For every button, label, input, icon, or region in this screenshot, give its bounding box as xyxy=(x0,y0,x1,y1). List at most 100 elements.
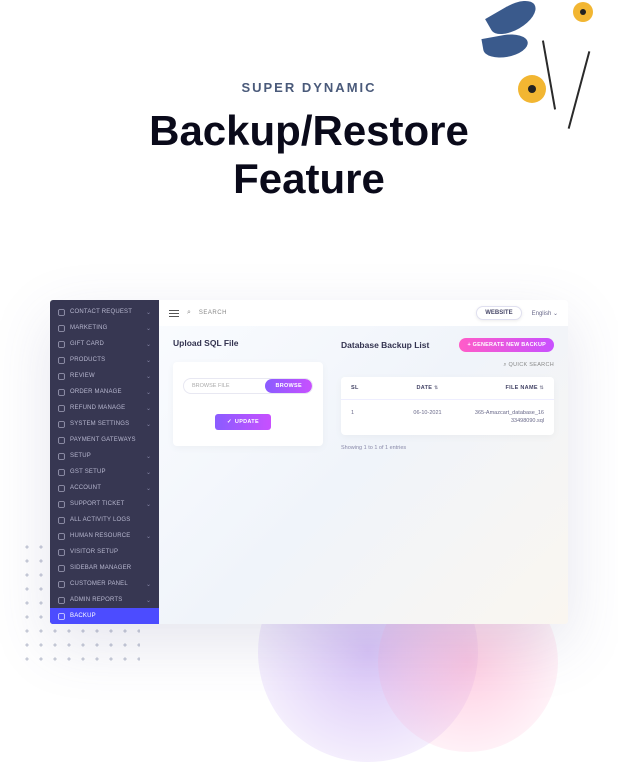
website-button[interactable]: WEBSITE xyxy=(476,306,521,320)
sidebar-item-visitor-setup[interactable]: VISITOR SETUP xyxy=(50,544,159,560)
chevron-down-icon: ⌄ xyxy=(146,533,151,540)
chevron-down-icon: ⌄ xyxy=(146,405,151,412)
sidebar-item-label: REVIEW xyxy=(70,373,146,379)
sidebar-item-contact-request[interactable]: CONTACT REQUEST⌄ xyxy=(50,304,159,320)
chevron-down-icon: ⌄ xyxy=(146,597,151,604)
refund-icon xyxy=(58,405,65,412)
sidebar-item-label: SIDEBAR MANAGER xyxy=(70,565,151,571)
person-icon xyxy=(58,485,65,492)
col-date[interactable]: DATE xyxy=(381,385,474,391)
backup-list-title: Database Backup List xyxy=(341,340,429,350)
browse-placeholder: BROWSE FILE xyxy=(184,383,265,389)
wrench-icon xyxy=(58,453,65,460)
generate-backup-button[interactable]: + GENERATE NEW BACKUP xyxy=(459,338,554,352)
col-filename[interactable]: FILE NAME xyxy=(474,385,544,391)
table-row[interactable]: 1 06-10-2021 365-Amazcart_database_16334… xyxy=(341,400,554,435)
language-selector[interactable]: English ⌄ xyxy=(532,310,558,317)
chevron-down-icon: ⌄ xyxy=(146,325,151,332)
sidebar-item-refund-manage[interactable]: REFUND MANAGE⌄ xyxy=(50,400,159,416)
sidebar-item-label: VISITOR SETUP xyxy=(70,549,151,555)
chevron-down-icon: ⌄ xyxy=(146,309,151,316)
star-icon xyxy=(58,373,65,380)
sidebar-item-sidebar-manager[interactable]: SIDEBAR MANAGER xyxy=(50,560,159,576)
hero-section: SUPER DYNAMIC Backup/Restore Feature xyxy=(0,0,618,204)
chart-icon xyxy=(58,325,65,332)
chevron-down-icon: ⌄ xyxy=(146,501,151,508)
chevron-down-icon: ⌄ xyxy=(146,485,151,492)
app-screenshot: CONTACT REQUEST⌄MARKETING⌄GIFT CARD⌄PROD… xyxy=(50,300,568,624)
search-label[interactable]: SEARCH xyxy=(199,310,227,316)
sidebar-item-order-manage[interactable]: ORDER MANAGE⌄ xyxy=(50,384,159,400)
sidebar-item-support-ticket[interactable]: SUPPORT TICKET⌄ xyxy=(50,496,159,512)
user-icon xyxy=(58,309,65,316)
sidebar-item-label: GIFT CARD xyxy=(70,341,146,347)
sidebar-item-label: CUSTOMER PANEL xyxy=(70,581,146,587)
db-icon xyxy=(58,613,65,620)
chevron-down-icon: ⌄ xyxy=(146,341,151,348)
hamburger-icon[interactable] xyxy=(169,310,179,317)
sidebar-item-account[interactable]: ACCOUNT⌄ xyxy=(50,480,159,496)
sidebar-item-label: GST SETUP xyxy=(70,469,146,475)
eye-icon xyxy=(58,549,65,556)
backup-table: SL DATE FILE NAME 1 06-10-2021 365-Amazc… xyxy=(341,377,554,435)
sidebar-item-gift-card[interactable]: GIFT CARD⌄ xyxy=(50,336,159,352)
percent-icon xyxy=(58,469,65,476)
clock-icon xyxy=(58,517,65,524)
sidebar-item-label: PRODUCTS xyxy=(70,357,146,363)
sidebar-item-label: PAYMENT GATEWAYS xyxy=(70,437,151,443)
cell-sl: 1 xyxy=(351,410,381,425)
box-icon xyxy=(58,357,65,364)
sidebar-item-payment-gateways[interactable]: PAYMENT GATEWAYS xyxy=(50,432,159,448)
upload-section-title: Upload SQL File xyxy=(173,338,323,348)
people-icon xyxy=(58,533,65,540)
sidebar-item-products[interactable]: PRODUCTS⌄ xyxy=(50,352,159,368)
sidebar-item-human-resource[interactable]: HUMAN RESOURCE⌄ xyxy=(50,528,159,544)
chevron-down-icon: ⌄ xyxy=(146,453,151,460)
browse-button[interactable]: BROWSE xyxy=(265,379,312,393)
chevron-down-icon: ⌄ xyxy=(146,389,151,396)
update-button[interactable]: ✓UPDATE xyxy=(215,414,271,430)
check-icon: ✓ xyxy=(227,419,232,425)
file-input[interactable]: BROWSE FILE BROWSE xyxy=(183,378,313,394)
col-sl[interactable]: SL xyxy=(351,385,381,391)
sidebar-item-label: SETUP xyxy=(70,453,146,459)
sidebar-item-setup[interactable]: SETUP⌄ xyxy=(50,448,159,464)
sidebar-item-system-settings[interactable]: SYSTEM SETTINGS⌄ xyxy=(50,416,159,432)
sidebar-item-label: REFUND MANAGE xyxy=(70,405,146,411)
ticket-icon xyxy=(58,501,65,508)
sidebar-item-label: HUMAN RESOURCE xyxy=(70,533,146,539)
sidebar-item-label: ADMIN REPORTS xyxy=(70,597,146,603)
sidebar-item-review[interactable]: REVIEW⌄ xyxy=(50,368,159,384)
sidebar-item-label: ALL ACTIVITY LOGS xyxy=(70,517,151,523)
sidebar-item-all-activity-logs[interactable]: ALL ACTIVITY LOGS xyxy=(50,512,159,528)
sidebar-item-label: BACKUP xyxy=(70,613,151,619)
chevron-down-icon: ⌄ xyxy=(146,469,151,476)
topbar: ⌕ SEARCH WEBSITE English ⌄ xyxy=(159,300,568,326)
sidebar-item-gst-setup[interactable]: GST SETUP⌄ xyxy=(50,464,159,480)
sidebar-item-label: ORDER MANAGE xyxy=(70,389,146,395)
cell-filename: 365-Amazcart_database_1633498090.sql xyxy=(474,410,544,425)
sidebar-item-marketing[interactable]: MARKETING⌄ xyxy=(50,320,159,336)
card-icon xyxy=(58,437,65,444)
gear-icon xyxy=(58,421,65,428)
main-area: ⌕ SEARCH WEBSITE English ⌄ Upload SQL Fi… xyxy=(159,300,568,624)
search-icon: ⌕ xyxy=(503,362,506,368)
sidebar-item-label: CONTACT REQUEST xyxy=(70,309,146,315)
sidebar-item-customer-panel[interactable]: CUSTOMER PANEL⌄ xyxy=(50,576,159,592)
eyebrow-text: SUPER DYNAMIC xyxy=(0,80,618,95)
sidebar-item-backup[interactable]: BACKUP xyxy=(50,608,159,624)
quick-search[interactable]: ⌕ QUICK SEARCH xyxy=(341,362,554,369)
sidebar-item-label: ACCOUNT xyxy=(70,485,146,491)
sidebar: CONTACT REQUEST⌄MARKETING⌄GIFT CARD⌄PROD… xyxy=(50,300,159,624)
cart-icon xyxy=(58,389,65,396)
sidebar-item-label: SUPPORT TICKET xyxy=(70,501,146,507)
panel-icon xyxy=(58,581,65,588)
entries-info: Showing 1 to 1 of 1 entries xyxy=(341,445,554,451)
cell-date: 06-10-2021 xyxy=(381,410,474,425)
table-header: SL DATE FILE NAME xyxy=(341,377,554,400)
sidebar-item-admin-reports[interactable]: ADMIN REPORTS⌄ xyxy=(50,592,159,608)
search-icon[interactable]: ⌕ xyxy=(187,309,191,317)
headline: Backup/Restore Feature xyxy=(0,107,618,204)
chevron-down-icon: ⌄ xyxy=(146,421,151,428)
upload-card: BROWSE FILE BROWSE ✓UPDATE xyxy=(173,362,323,446)
